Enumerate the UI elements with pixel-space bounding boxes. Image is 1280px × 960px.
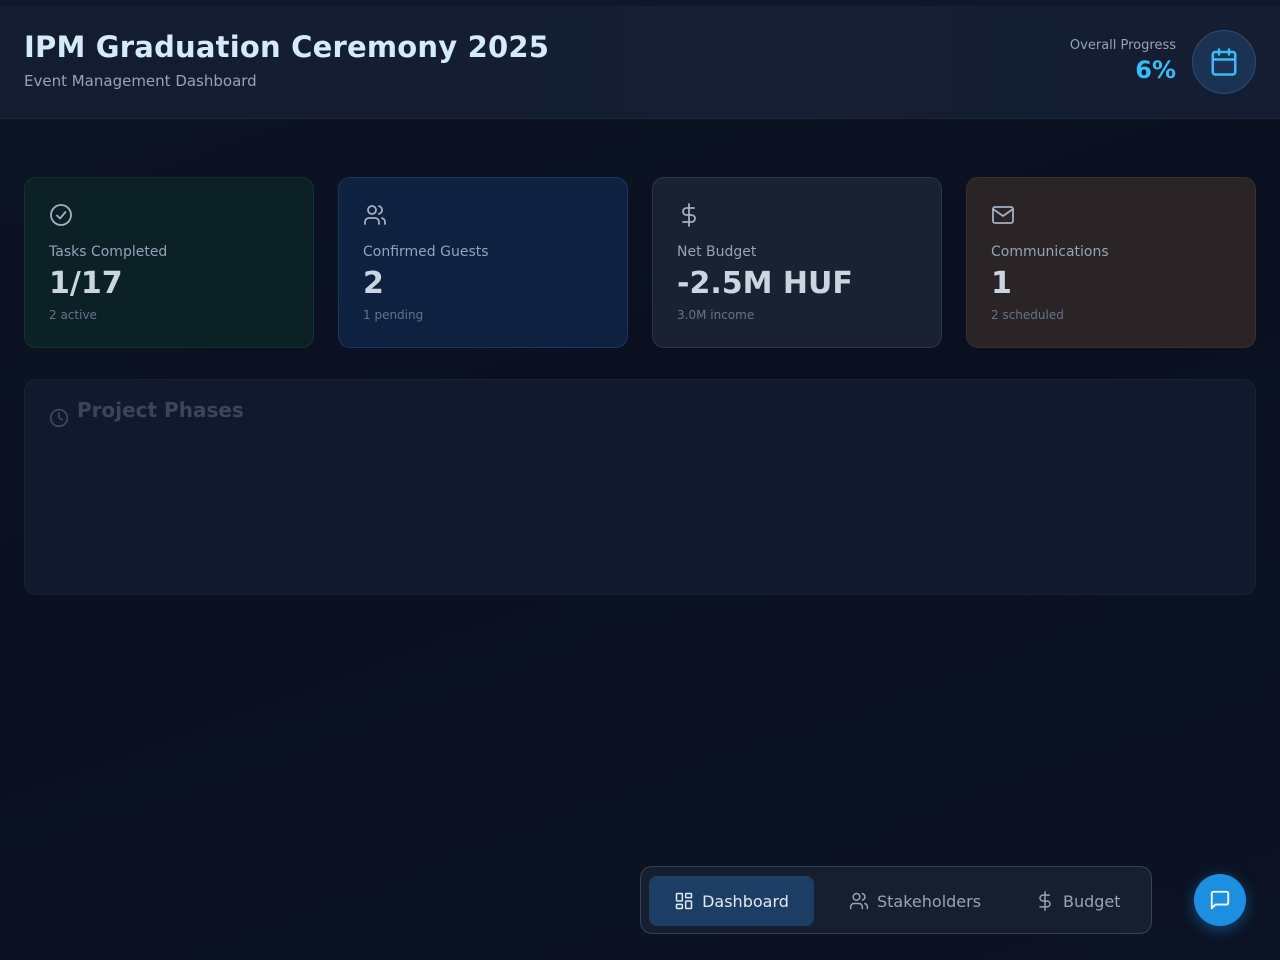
users-icon: [364, 205, 386, 225]
clock-icon: [49, 408, 69, 428]
stat-label: Tasks Completed: [49, 244, 168, 260]
page-subtitle: Event Management Dashboard: [24, 72, 257, 90]
stat-card-tasks: Tasks Completed 1/17 2 active: [24, 177, 314, 348]
stat-card-guests: Confirmed Guests 2 1 pending: [338, 177, 628, 348]
stat-label: Net Budget: [677, 244, 757, 260]
stat-card-budget: Net Budget -2.5M HUF 3.0M income: [652, 177, 942, 348]
calendar-button[interactable]: [1192, 30, 1256, 94]
stat-value: 2: [363, 266, 384, 301]
users-icon: [849, 892, 869, 910]
nav-item-stakeholders[interactable]: Stakeholders: [831, 876, 999, 926]
calendar-icon: [1211, 48, 1237, 76]
nav-item-label: Stakeholders: [877, 891, 982, 911]
mail-icon: [992, 206, 1014, 224]
chat-button[interactable]: [1194, 874, 1246, 926]
message-square-icon: [1210, 890, 1230, 910]
nav-item-label: Budget: [1063, 891, 1121, 911]
stat-label: Communications: [991, 244, 1109, 260]
page-title: IPM Graduation Ceremony 2025: [24, 30, 550, 64]
stat-subtext: 2 active: [49, 308, 97, 322]
stat-value: 1: [991, 266, 1012, 301]
project-phases-title: Project Phases: [77, 398, 244, 422]
nav-item-dashboard[interactable]: Dashboard: [649, 876, 814, 926]
dollar-icon: [1039, 891, 1051, 911]
overall-progress-label: Overall Progress: [1069, 38, 1176, 53]
stat-subtext: 3.0M income: [677, 308, 755, 322]
stat-label: Confirmed Guests: [363, 244, 489, 260]
nav-item-label: Dashboard: [702, 891, 789, 911]
project-phases-panel: Project Phases: [24, 379, 1256, 595]
check-circle-icon: [50, 204, 72, 226]
stat-value: -2.5M HUF: [677, 266, 853, 301]
overall-progress-value: 6%: [1135, 56, 1176, 84]
stat-subtext: 2 scheduled: [991, 308, 1064, 322]
stat-card-communications: Communications 1 2 scheduled: [966, 177, 1256, 348]
stat-subtext: 1 pending: [363, 308, 424, 322]
dollar-icon: [682, 203, 696, 227]
dashboard-icon: [675, 892, 693, 910]
nav-item-budget[interactable]: Budget: [1017, 876, 1139, 926]
stat-value: 1/17: [49, 266, 123, 301]
bottom-nav: Dashboard Stakeholders Budget: [640, 866, 1152, 934]
page-header: IPM Graduation Ceremony 2025 Event Manag…: [0, 6, 1280, 119]
